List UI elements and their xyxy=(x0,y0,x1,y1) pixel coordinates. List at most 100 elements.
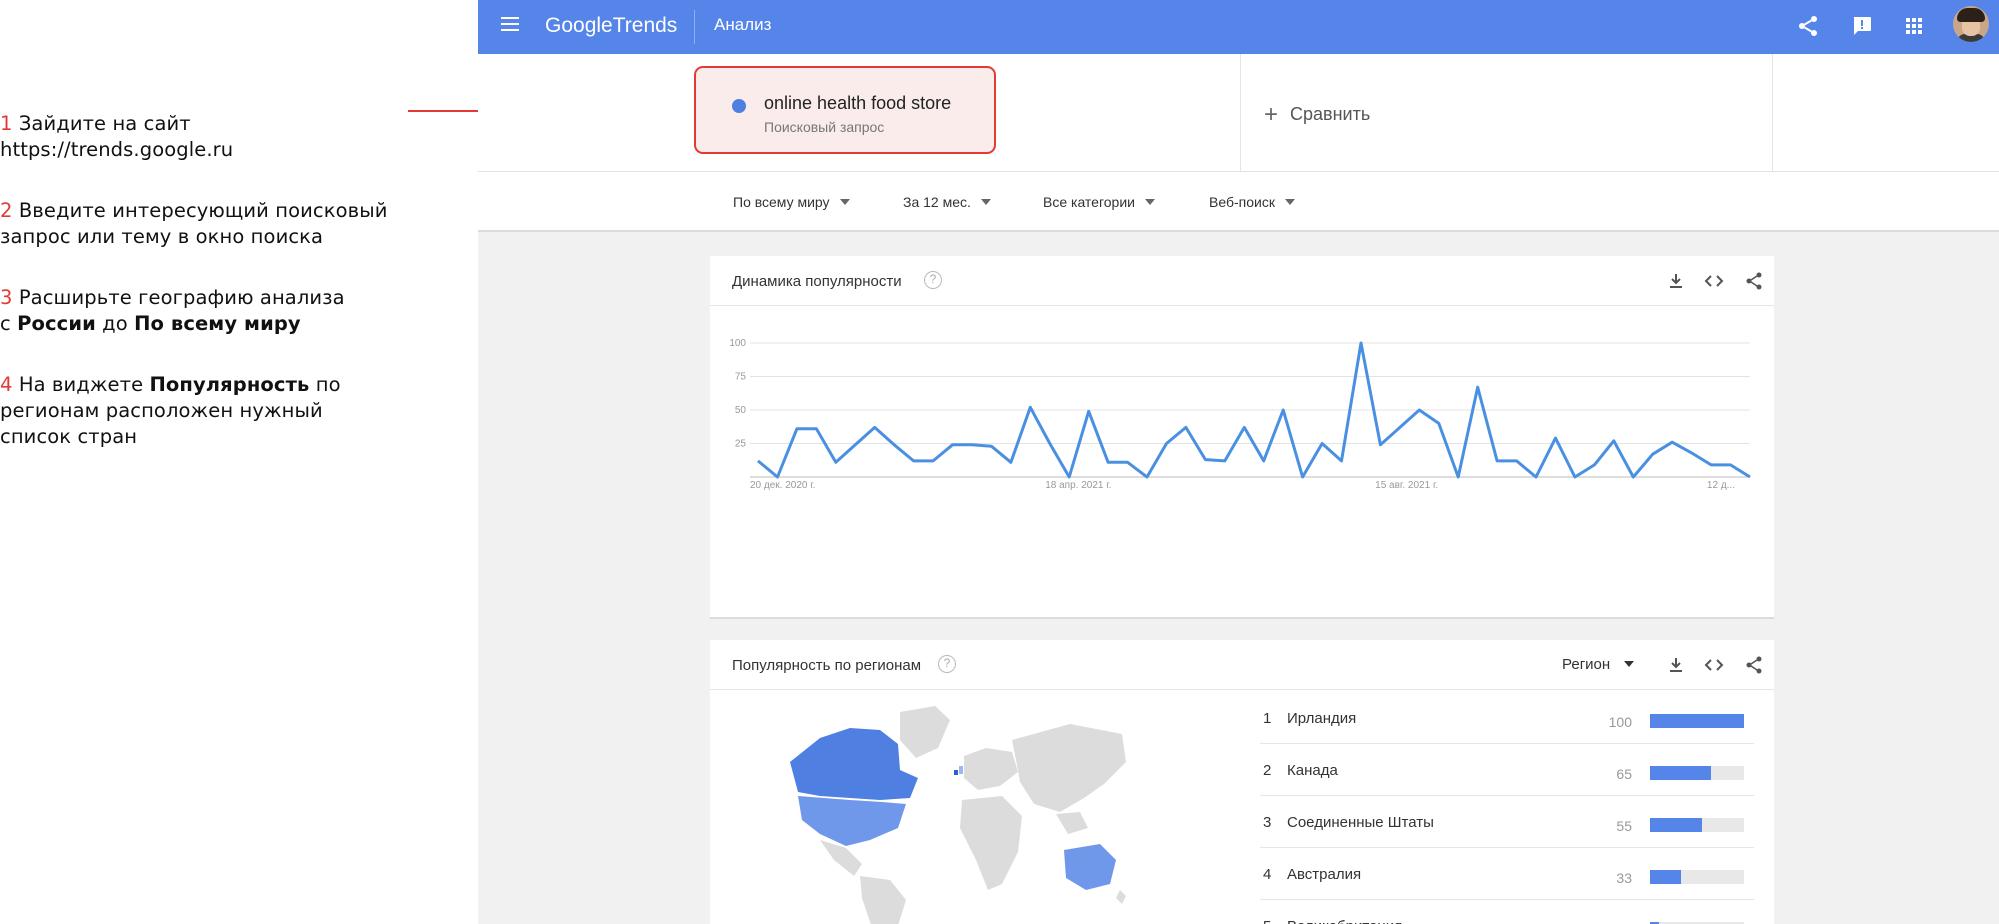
embed-code-icon[interactable] xyxy=(1704,655,1724,675)
embed-code-icon[interactable] xyxy=(1704,271,1724,291)
region-rank: 5 xyxy=(1263,918,1271,924)
share-icon[interactable] xyxy=(1744,655,1764,675)
compare-button[interactable]: + Сравнить xyxy=(1264,101,1370,128)
region-bar xyxy=(1650,818,1744,832)
step-4: 4 На виджете Популярность по регионам ра… xyxy=(0,373,341,448)
region-bar-fill xyxy=(1650,870,1682,884)
map-region-south-america xyxy=(860,876,906,924)
region-value: 33 xyxy=(1616,870,1632,886)
widget-title: Популярность по регионам xyxy=(732,657,922,674)
map-region-usa xyxy=(798,796,906,846)
download-icon[interactable] xyxy=(1666,655,1686,675)
user-avatar[interactable] xyxy=(1953,6,1989,42)
step-3: 3 Расширьте географию анализа с России д… xyxy=(0,286,345,335)
page-title: Анализ xyxy=(714,15,772,34)
region-row[interactable]: 3 Соединенные Штаты 55 xyxy=(1260,796,1754,848)
top-bar: GoogleTrends Анализ xyxy=(478,0,1999,54)
region-row[interactable]: 5Великобритания10 xyxy=(1260,900,1754,924)
caret-down-icon xyxy=(839,199,850,205)
google-trends-logo[interactable]: GoogleTrends xyxy=(545,13,677,39)
map-region-australia xyxy=(1064,844,1116,890)
category-filter-dropdown[interactable]: Все категории xyxy=(1043,193,1155,211)
region-bar-fill xyxy=(1650,818,1702,832)
region-name: Великобритания xyxy=(1287,918,1402,924)
instructions-panel: 1 Зайдите на сайт https://trends.google.… xyxy=(0,0,478,924)
plus-icon: + xyxy=(1264,101,1279,128)
region-value: 100 xyxy=(1608,714,1632,730)
region-row[interactable]: 4 Австралия 33 xyxy=(1260,848,1754,900)
column-divider xyxy=(1240,54,1241,172)
caret-down-icon xyxy=(980,199,991,205)
download-icon[interactable] xyxy=(1666,271,1686,291)
trends-app: GoogleTrends Анализ online health food s… xyxy=(478,0,1999,924)
region-bar xyxy=(1650,870,1744,884)
x-tick-label: 15 авг. 2021 г. xyxy=(1375,480,1438,491)
share-icon[interactable] xyxy=(1796,14,1820,38)
region-bar-fill xyxy=(1650,766,1712,780)
share-icon[interactable] xyxy=(1744,271,1764,291)
help-icon[interactable]: ? xyxy=(938,655,956,673)
period-filter-dropdown[interactable]: За 12 мес. xyxy=(903,193,991,211)
x-tick-label: 18 апр. 2021 г. xyxy=(1045,480,1111,491)
help-icon[interactable]: ? xyxy=(924,271,942,289)
region-rank: 3 xyxy=(1263,814,1272,831)
map-region-asia xyxy=(1012,724,1126,812)
top-divider xyxy=(694,10,695,44)
map-region-se-asia xyxy=(1056,812,1088,834)
search-terms-row: online health food store Поисковый запро… xyxy=(478,54,1999,172)
map-region-mexico xyxy=(820,840,862,876)
region-row[interactable]: 1 Ирландия 100 xyxy=(1260,692,1754,744)
interest-by-region-widget: Популярность по регионам ? Регион 1 Ирла… xyxy=(710,640,1774,924)
region-ranking-list: 1 Ирландия 100 2 Канада 65 3 Соединенные Штаты 5… xyxy=(1260,692,1754,924)
region-rank: 1 xyxy=(1263,710,1272,727)
map-region-new-zealand xyxy=(1116,890,1126,904)
region-row[interactable]: 2 Канада 65 xyxy=(1260,744,1754,796)
y-tick-label: 25 xyxy=(735,439,747,450)
y-tick-label: 100 xyxy=(729,338,746,349)
region-filter-dropdown[interactable]: По всему миру xyxy=(733,193,850,211)
widget-title: Динамика популярности xyxy=(732,273,902,290)
x-tick-label: 20 дек. 2020 г. xyxy=(750,480,815,491)
caret-down-icon xyxy=(1284,199,1295,205)
series-color-dot xyxy=(732,99,746,113)
region-name: Соединенные Штаты xyxy=(1287,814,1434,831)
world-map[interactable] xyxy=(750,700,1130,924)
hamburger-menu-icon[interactable] xyxy=(501,17,519,31)
region-bar xyxy=(1650,766,1744,780)
filters-row: По всему миру За 12 мес. Все категории В… xyxy=(478,172,1999,232)
region-bar xyxy=(1650,714,1744,728)
region-name: Ирландия xyxy=(1287,710,1357,727)
region-value: 65 xyxy=(1616,766,1632,782)
region-name: Канада xyxy=(1287,762,1338,779)
interest-line-chart: 100 75 50 25 20 дек. 2020 г. 18 апр. 2021 г. 1… xyxy=(729,338,1751,491)
resolution-dropdown[interactable]: Регион xyxy=(1562,656,1635,674)
widget-header: Динамика популярности ? xyxy=(710,256,1774,306)
y-tick-label: 75 xyxy=(735,372,747,383)
search-term-type: Поисковый запрос xyxy=(764,119,885,135)
map-region-greenland xyxy=(900,706,950,758)
map-region-africa xyxy=(960,796,1022,890)
region-value: 55 xyxy=(1616,818,1632,834)
region-rank: 2 xyxy=(1263,762,1272,779)
caret-down-icon xyxy=(1144,199,1155,205)
search-term-text[interactable]: online health food store xyxy=(764,92,951,114)
step-2: 2 Введите интересующий поисковый запрос … xyxy=(0,199,388,248)
region-name: Австралия xyxy=(1287,866,1362,883)
map-region-ireland xyxy=(954,770,958,775)
widget-header: Популярность по регионам ? Регион xyxy=(710,640,1774,690)
column-divider xyxy=(1772,54,1773,172)
region-bar-fill xyxy=(1650,714,1744,728)
x-tick-label: 12 д... xyxy=(1707,480,1735,491)
feedback-icon[interactable] xyxy=(1850,14,1874,38)
map-region-uk xyxy=(959,766,963,774)
y-tick-label: 50 xyxy=(735,405,747,416)
apps-grid-icon[interactable] xyxy=(1902,14,1926,38)
caret-down-icon xyxy=(1624,661,1635,667)
interest-over-time-widget: Динамика популярности ? 100 75 50 25 20 дек.… xyxy=(710,256,1774,619)
map-region-canada xyxy=(790,728,918,800)
map-region-europe xyxy=(964,748,1018,790)
source-filter-dropdown[interactable]: Веб-поиск xyxy=(1209,193,1295,211)
step-1: 1 Зайдите на сайт https://trends.google.… xyxy=(0,112,234,161)
search-term-card[interactable]: online health food store Поисковый запро… xyxy=(694,66,996,154)
region-rank: 4 xyxy=(1263,866,1272,883)
